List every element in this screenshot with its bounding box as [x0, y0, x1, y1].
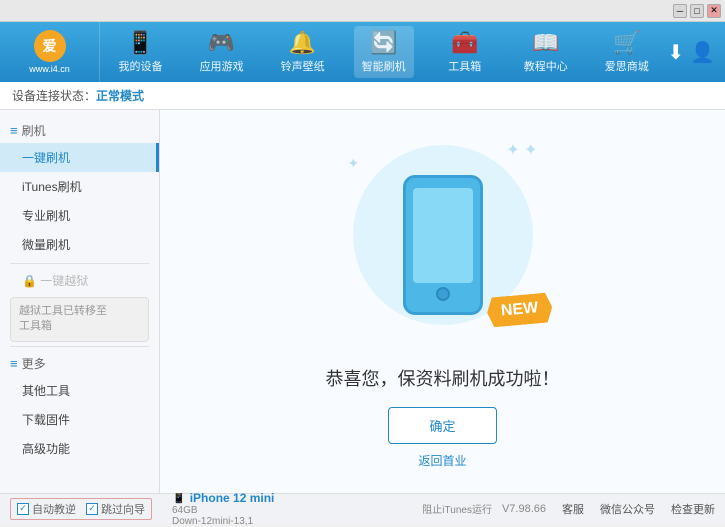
more-section-icon: ≡ [10, 356, 18, 371]
device-firmware: Down-12mini-13,1 [172, 516, 274, 527]
logo-icon: 爱 [34, 30, 66, 62]
nav-tutorials[interactable]: 📖 教程中心 [516, 26, 576, 78]
ringtones-icon: 🔔 [289, 30, 316, 56]
nav-my-device-label: 我的设备 [119, 58, 163, 74]
more-section-label: 更多 [22, 355, 46, 372]
phone-body [403, 175, 483, 315]
sidebar-item-one-click-flash[interactable]: 一键刷机 [0, 143, 159, 172]
sparkles-left: ✦ [348, 155, 360, 172]
version-label: V7.98.66 [502, 503, 546, 515]
maximize-button[interactable]: □ [690, 4, 704, 18]
nav-ringtones-label: 铃声壁纸 [281, 58, 325, 74]
nav-ringtones[interactable]: 🔔 铃声壁纸 [273, 26, 333, 78]
sidebar-item-pro-flash[interactable]: 专业刷机 [0, 201, 159, 230]
nav-apps-games-label: 应用游戏 [200, 58, 244, 74]
nav-toolbox-label: 工具箱 [448, 58, 481, 74]
logo: 爱 www.i4.cn [0, 22, 100, 82]
logo-url: www.i4.cn [29, 64, 70, 74]
minimize-button[interactable]: ─ [673, 4, 687, 18]
main-content: ≡ 刷机 一键刷机 iTunes刷机 专业刷机 微量刷机 🔒 一键越狱 越狱工具… [0, 110, 725, 493]
tutorials-icon: 📖 [532, 30, 559, 56]
nav-smart-flash-label: 智能刷机 [362, 58, 406, 74]
smart-flash-icon: 🔄 [370, 30, 397, 56]
footer-mid: 阻止iTunes运行 [412, 501, 502, 516]
sparkles-right: ✦ ✦ [506, 140, 537, 160]
download-icon[interactable]: ⬇ [667, 40, 684, 65]
device-storage: 64GB [172, 505, 274, 516]
auto-jump-label: 自动教逆 [32, 501, 76, 517]
device-info: 📱 iPhone 12 mini 64GB Down-12mini-13,1 [172, 491, 274, 527]
flash-section-header: ≡ 刷机 [0, 118, 159, 143]
sidebar-divider-1 [10, 263, 149, 264]
footer-checkboxes: 自动教逆 跳过向导 [10, 498, 152, 520]
toolbox-icon: 🧰 [451, 30, 478, 56]
footer-left: 自动教逆 跳过向导 📱 iPhone 12 mini 64GB Down-12m… [10, 491, 412, 527]
nav-apps-games[interactable]: 🎮 应用游戏 [192, 26, 252, 78]
again-link[interactable]: 返回首业 [418, 452, 466, 469]
nav-smart-flash[interactable]: 🔄 智能刷机 [354, 26, 414, 78]
status-value: 正常模式 [96, 87, 144, 104]
nav-right-buttons: ⬇ 👤 [667, 40, 725, 65]
sidebar-jailbreak-notice: 越狱工具已转移至工具箱 [10, 297, 149, 342]
mall-icon: 🛒 [613, 30, 640, 56]
skip-wizard-label: 跳过向导 [101, 501, 145, 517]
flash-section-label: 刷机 [22, 122, 46, 139]
update-link[interactable]: 检查更新 [671, 501, 715, 517]
status-label: 设备连接状态： [12, 87, 96, 104]
sidebar-item-other-tools[interactable]: 其他工具 [0, 376, 159, 405]
footer: 自动教逆 跳过向导 📱 iPhone 12 mini 64GB Down-12m… [0, 493, 725, 523]
nav-toolbox[interactable]: 🧰 工具箱 [435, 26, 495, 78]
wechat-link[interactable]: 微信公众号 [600, 501, 655, 517]
auto-jump-check [17, 503, 29, 515]
sidebar-item-advanced[interactable]: 高级功能 [0, 434, 159, 463]
sidebar-item-itunes-flash[interactable]: iTunes刷机 [0, 172, 159, 201]
my-device-icon: 📱 [127, 30, 154, 56]
phone-illustration: ✦ ✦ ✦ NEW [343, 135, 543, 355]
sidebar-jailbreak-disabled: 🔒 一键越狱 [0, 268, 159, 293]
user-icon[interactable]: 👤 [690, 40, 715, 65]
new-badge: NEW [486, 292, 554, 328]
auto-jump-checkbox[interactable]: 自动教逆 [17, 501, 76, 517]
flash-section-icon: ≡ [10, 123, 18, 138]
service-link[interactable]: 客服 [562, 501, 584, 517]
more-section-header: ≡ 更多 [0, 351, 159, 376]
sidebar-item-micro-flash[interactable]: 微量刷机 [0, 230, 159, 259]
close-button[interactable]: ✕ [707, 4, 721, 18]
top-navigation: 爱 www.i4.cn 📱 我的设备 🎮 应用游戏 🔔 铃声壁纸 🔄 智能刷机 … [0, 22, 725, 82]
stop-itunes-label: 阻止iTunes运行 [422, 501, 492, 516]
confirm-button[interactable]: 确定 [388, 407, 496, 444]
sidebar-divider-2 [10, 346, 149, 347]
sidebar-item-download-firmware[interactable]: 下载固件 [0, 405, 159, 434]
status-bar: 设备连接状态： 正常模式 [0, 82, 725, 110]
skip-wizard-check [86, 503, 98, 515]
content-area: ✦ ✦ ✦ NEW 恭喜您，保资料刷机成功啦！ 确定 返回首业 [160, 110, 725, 493]
sidebar: ≡ 刷机 一键刷机 iTunes刷机 专业刷机 微量刷机 🔒 一键越狱 越狱工具… [0, 110, 160, 493]
phone-home-btn [436, 287, 450, 301]
titlebar: ─ □ ✕ [0, 0, 725, 22]
nav-my-device[interactable]: 📱 我的设备 [111, 26, 171, 78]
phone-screen [413, 188, 473, 283]
nav-mall-label: 爱思商城 [605, 58, 649, 74]
nav-mall[interactable]: 🛒 爱思商城 [597, 26, 657, 78]
nav-tutorials-label: 教程中心 [524, 58, 568, 74]
skip-wizard-checkbox[interactable]: 跳过向导 [86, 501, 145, 517]
success-message: 恭喜您，保资料刷机成功啦！ [326, 365, 560, 391]
footer-right: V7.98.66 客服 微信公众号 检查更新 [502, 501, 715, 517]
nav-items: 📱 我的设备 🎮 应用游戏 🔔 铃声壁纸 🔄 智能刷机 🧰 工具箱 📖 教程中心… [100, 26, 667, 78]
apps-games-icon: 🎮 [208, 30, 235, 56]
